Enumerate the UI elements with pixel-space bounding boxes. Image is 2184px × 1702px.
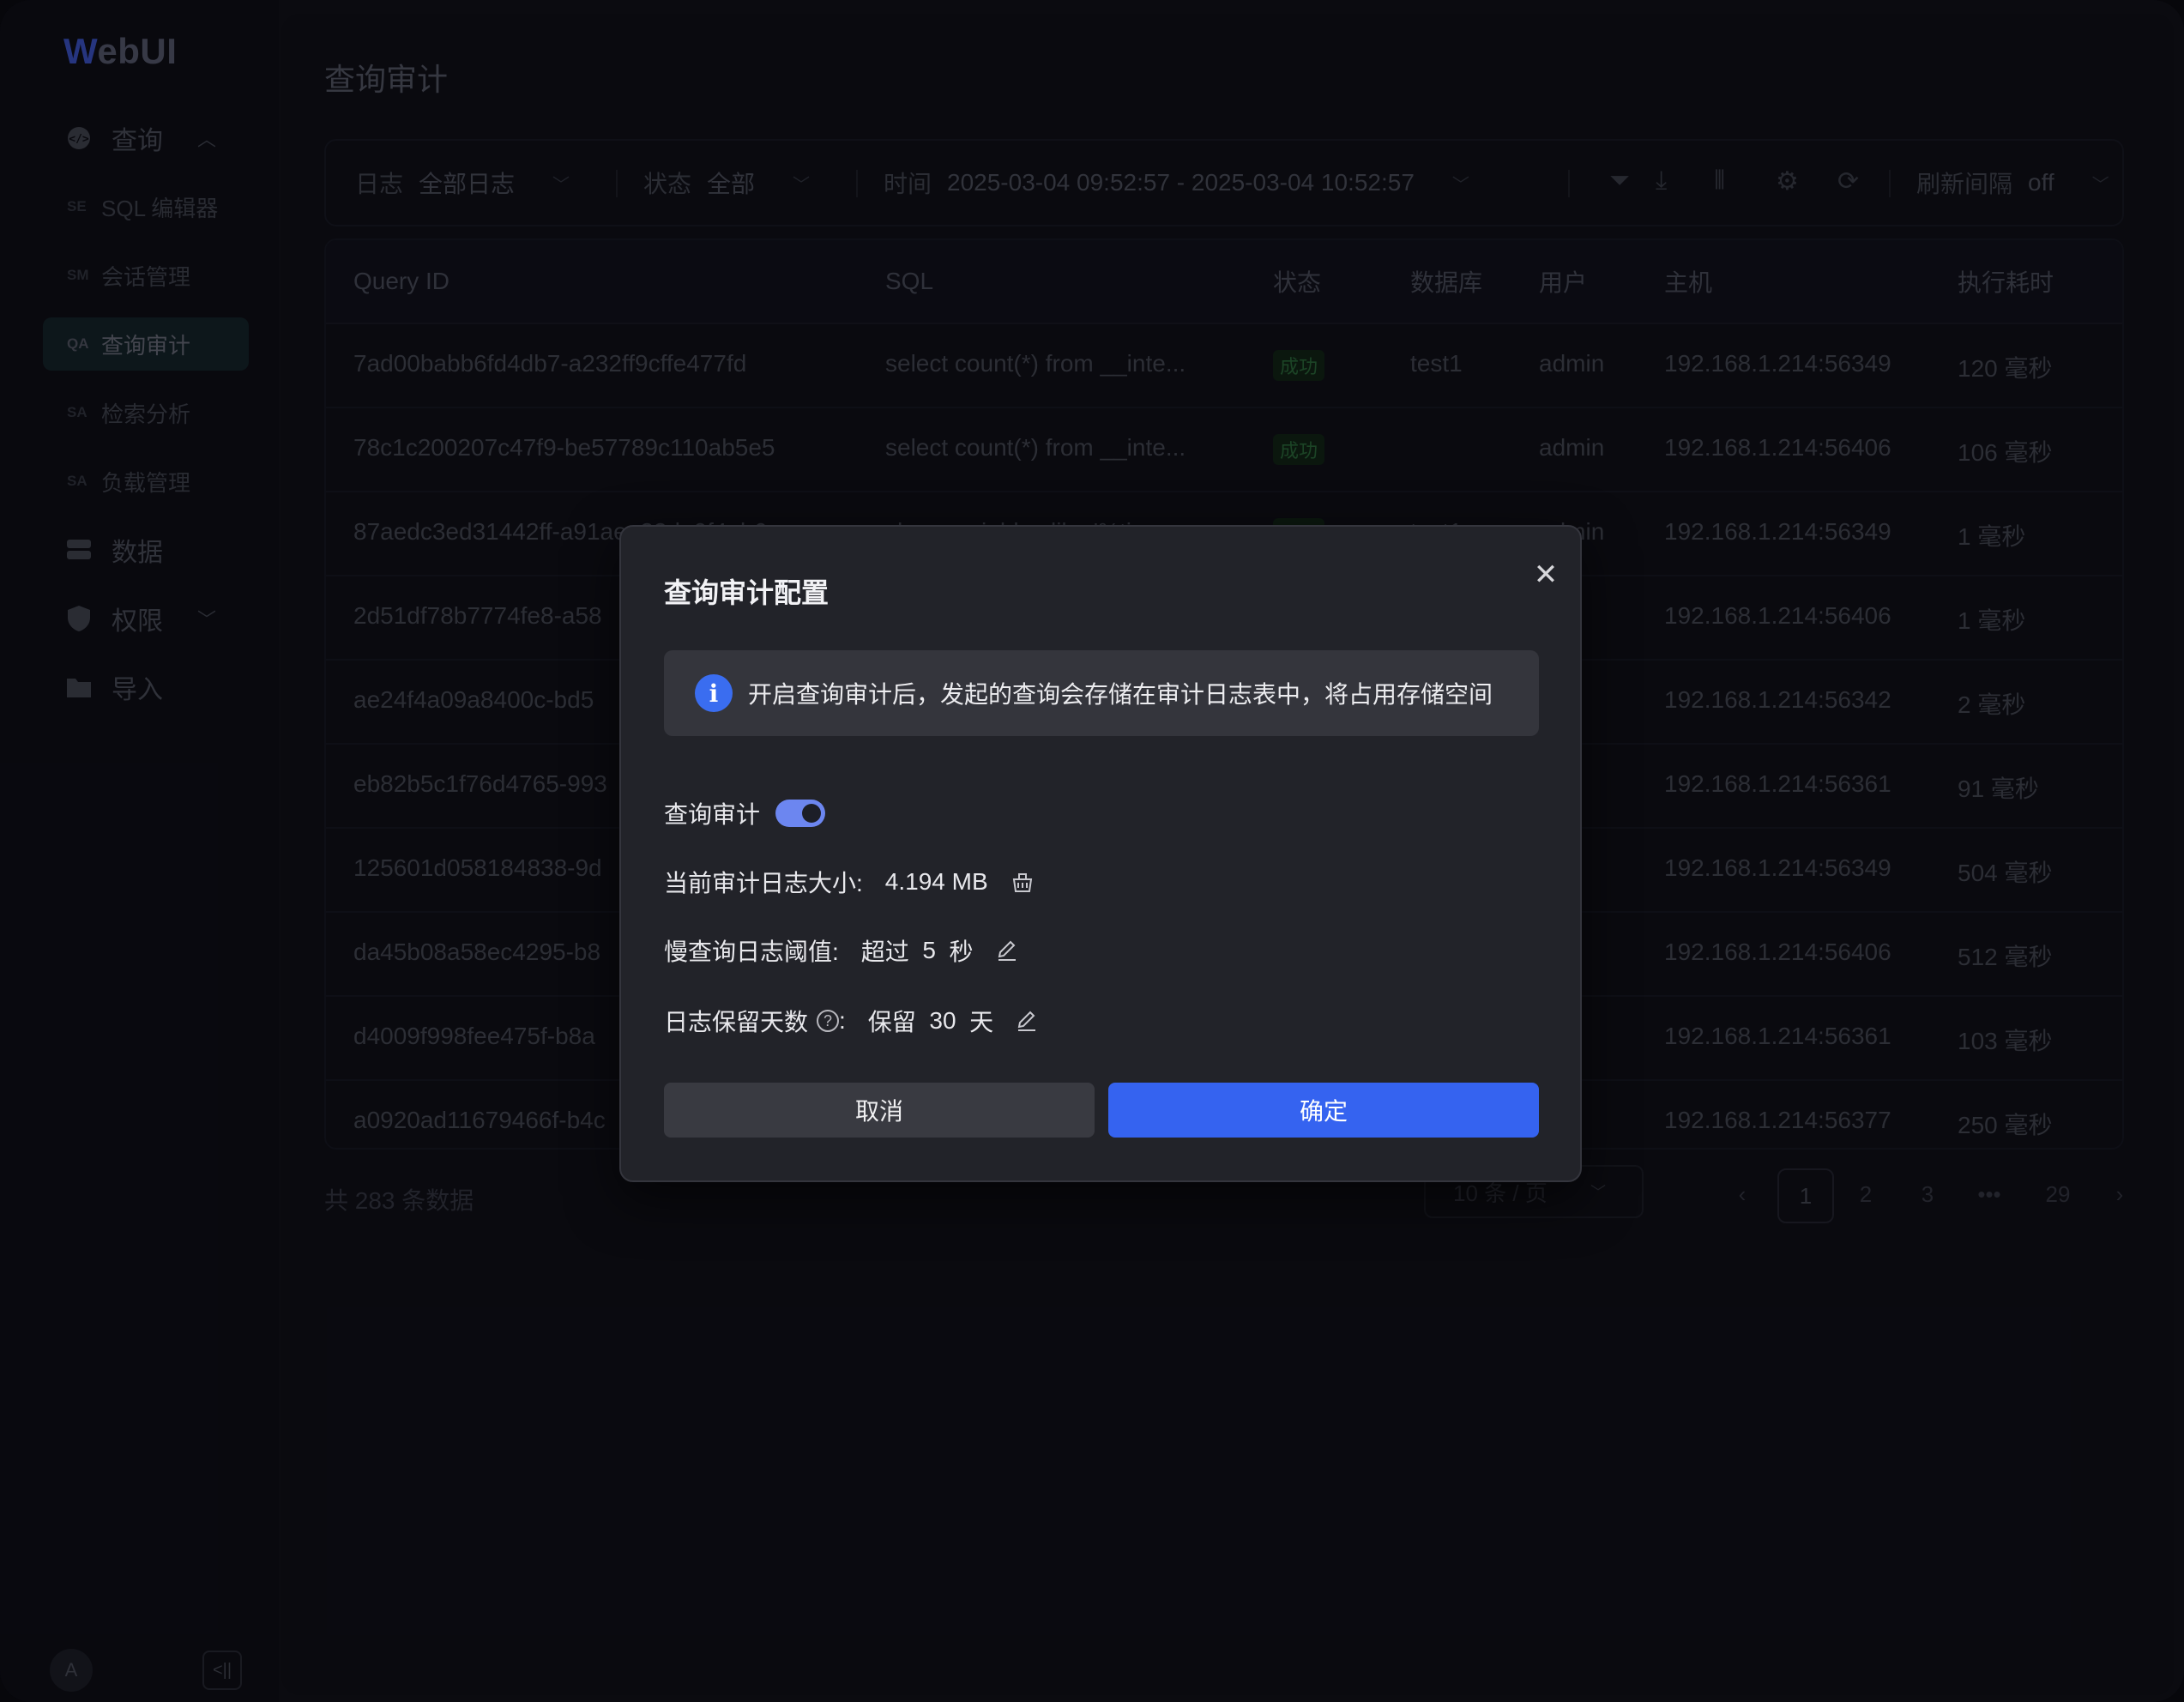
app-window: WebUI </> 查询 ︿ SE SQL 编辑器 SM 会话管理 QA 查询审… bbox=[0, 0, 2184, 1702]
audit-toggle[interactable] bbox=[775, 800, 826, 827]
dialog-title: 查询审计配置 bbox=[664, 577, 830, 608]
edit-icon[interactable] bbox=[1016, 1010, 1038, 1032]
audit-toggle-row: 查询审计 bbox=[664, 796, 826, 830]
log-size-row: 当前审计日志大小: 4.194 MB bbox=[664, 865, 1035, 899]
info-alert: i 开启查询审计后，发起的查询会存储在审计日志表中，将占用存储空间 bbox=[664, 650, 1539, 736]
slow-query-row: 慢查询日志阈值: 超过 5 秒 bbox=[664, 933, 1018, 968]
help-icon[interactable]: ? bbox=[817, 1010, 840, 1032]
confirm-button[interactable]: 确定 bbox=[1108, 1083, 1539, 1138]
retention-row: 日志保留天数 ? : 保留 30 天 bbox=[664, 1004, 1038, 1038]
audit-config-dialog: 查询审计配置 ✕ i 开启查询审计后，发起的查询会存储在审计日志表中，将占用存储… bbox=[619, 525, 1582, 1182]
edit-icon[interactable] bbox=[996, 939, 1018, 962]
cancel-button[interactable]: 取消 bbox=[664, 1083, 1095, 1138]
clear-icon[interactable] bbox=[1011, 871, 1035, 893]
close-icon[interactable]: ✕ bbox=[1527, 556, 1565, 594]
info-icon: i bbox=[695, 674, 733, 712]
